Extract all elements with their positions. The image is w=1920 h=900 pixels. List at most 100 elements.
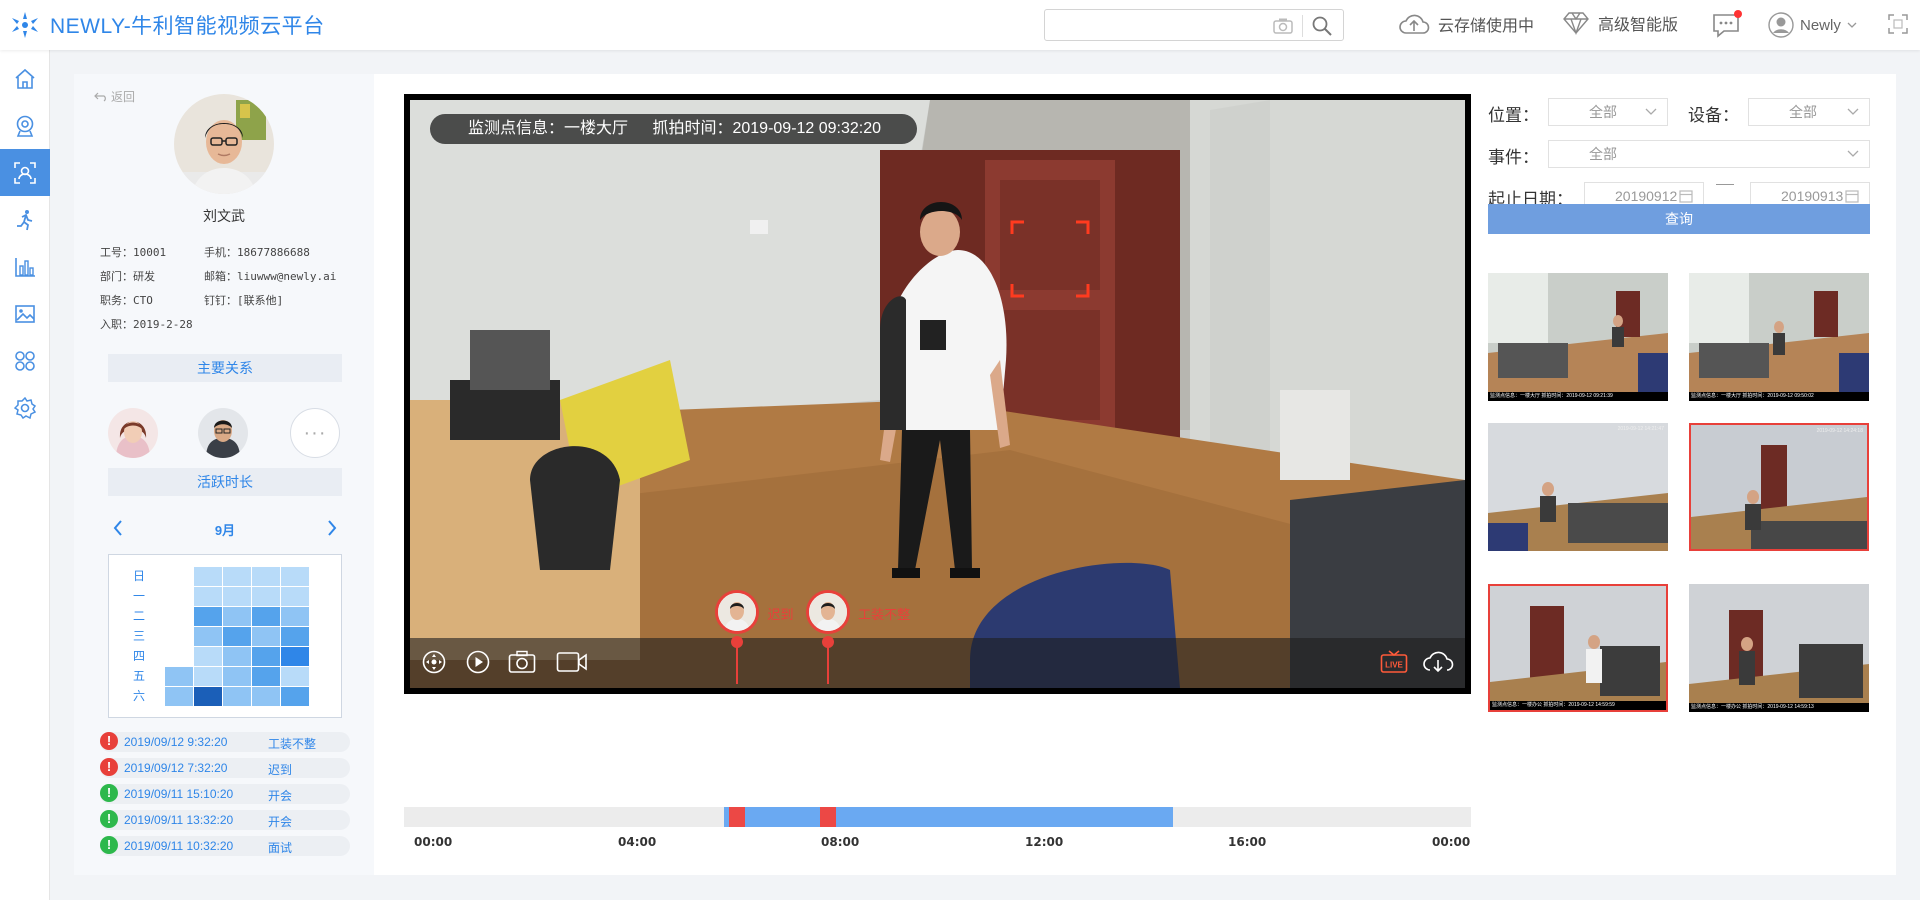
search-icon[interactable] — [1311, 15, 1333, 37]
marker-stem — [827, 644, 830, 684]
user-avatar-icon — [1768, 12, 1794, 38]
heatmap-cell[interactable] — [194, 687, 222, 706]
search-input[interactable] — [1053, 10, 1273, 40]
nav-statistics[interactable] — [0, 243, 50, 290]
relation-avatar[interactable] — [198, 408, 248, 458]
location-select-value: 全部 — [1589, 104, 1617, 120]
event-time: 2019/09/12 9:32:20 — [124, 735, 228, 749]
heatmap-cell[interactable] — [194, 647, 222, 666]
timeline-event-tick[interactable] — [820, 807, 837, 827]
video-player[interactable]: 监测点信息：一楼大厅 抓拍时间：2019-09-12 09:32:20 LIVE — [404, 94, 1471, 694]
thumbnail-caption: 监测点信息：一楼办公 抓拍时间：2019-09-12 14:59:59 — [1490, 701, 1666, 710]
heatmap-cell[interactable] — [281, 687, 309, 706]
premium-edition[interactable]: 高级智能版 — [1562, 11, 1678, 35]
chevron-down-icon — [1847, 108, 1859, 115]
heatmap-cell[interactable] — [194, 567, 222, 586]
capture-thumbnail[interactable]: 2019-09-12 14:21:47 — [1488, 423, 1668, 551]
back-link[interactable]: 返回 — [94, 88, 135, 105]
weekday-label: 三 — [133, 629, 146, 643]
content-card: 返回 刘文武 工号：10001 手机：18677886688 部门：研发 邮箱：… — [74, 74, 1896, 875]
heatmap-cell[interactable] — [281, 667, 309, 686]
capture-thumbnail[interactable]: 监测点信息：一楼办公 抓拍时间：2019-09-12 14:59:59 — [1488, 584, 1668, 712]
timeline-tick-label: 00:00 — [414, 835, 453, 849]
more-relations-button[interactable]: ··· — [290, 408, 340, 458]
event-select[interactable]: 全部 — [1548, 140, 1870, 168]
fullscreen-icon[interactable] — [1888, 14, 1908, 34]
heatmap-cell[interactable] — [194, 627, 222, 646]
next-month-button[interactable] — [322, 518, 342, 538]
heatmap-cell[interactable] — [223, 627, 251, 646]
play-icon[interactable] — [466, 650, 490, 674]
heatmap-cell[interactable] — [223, 607, 251, 626]
side-nav — [0, 50, 50, 900]
timeline-event-marker[interactable]: 迟到 — [715, 590, 793, 684]
location-select[interactable]: 全部 — [1548, 98, 1668, 126]
app-logo[interactable]: NEWLY-牛利智能视频云平台 — [8, 10, 325, 40]
heatmap-cell[interactable] — [281, 647, 309, 666]
heatmap-cell[interactable] — [223, 667, 251, 686]
relations-title: 主要关系 — [108, 354, 342, 382]
face-detection-box[interactable] — [1010, 220, 1090, 298]
heatmap-cell[interactable] — [252, 607, 280, 626]
info-dingtalk[interactable]: 钉钉：[联系他] — [204, 292, 283, 308]
cloud-storage-status[interactable]: 云存储使用中 — [1398, 11, 1534, 37]
relation-avatar[interactable] — [108, 408, 158, 458]
device-select-value: 全部 — [1789, 104, 1817, 120]
heatmap-cell[interactable] — [281, 567, 309, 586]
heatmap-cell[interactable] — [223, 647, 251, 666]
nav-apps[interactable] — [0, 337, 50, 384]
capture-thumbnail[interactable]: 2019-09-12 14:24:18 — [1689, 423, 1869, 551]
heatmap-cell[interactable] — [223, 587, 251, 606]
heatmap-cell[interactable] — [223, 687, 251, 706]
event-type: 面试 — [268, 841, 293, 855]
timeline-event-marker[interactable]: 工装不整 — [806, 590, 910, 684]
timeline-track[interactable] — [404, 807, 1471, 827]
capture-thumbnail[interactable]: 监测点信息：一楼大厅 抓拍时间：2019-09-12 09:50:02 — [1689, 273, 1869, 401]
event-row[interactable]: ! 2019/09/11 10:32:20 面试 — [100, 836, 350, 856]
event-row[interactable]: ! 2019/09/11 15:10:20 开会 — [100, 784, 350, 804]
weekday-label: 五 — [133, 669, 146, 683]
heatmap-cell[interactable] — [223, 567, 251, 586]
heatmap-cell[interactable] — [252, 587, 280, 606]
heatmap-cell[interactable] — [252, 627, 280, 646]
heatmap-cell[interactable] — [165, 667, 193, 686]
nav-camera[interactable] — [0, 102, 50, 149]
video-controls: LIVE — [410, 638, 1465, 688]
heatmap-cell[interactable] — [252, 687, 280, 706]
record-icon[interactable] — [556, 650, 588, 674]
heatmap-cell[interactable] — [281, 627, 309, 646]
query-button[interactable]: 查询 — [1488, 204, 1870, 234]
ptz-control-icon[interactable] — [422, 650, 446, 674]
nav-activity[interactable] — [0, 196, 50, 243]
capture-thumbnail[interactable]: 监测点信息：一楼大厅 抓拍时间：2019-09-12 09:21:39 — [1488, 273, 1668, 401]
timeline-event-tick[interactable] — [729, 807, 746, 827]
heatmap-cell[interactable] — [252, 667, 280, 686]
camera-search-icon[interactable] — [1273, 17, 1293, 35]
diamond-icon — [1563, 12, 1589, 35]
heatmap-cell[interactable] — [194, 587, 222, 606]
nav-home[interactable] — [0, 55, 50, 102]
calendar-icon — [1845, 190, 1859, 203]
heatmap-cell[interactable] — [281, 607, 309, 626]
event-row[interactable]: ! 2019/09/11 13:32:20 开会 — [100, 810, 350, 830]
nav-face-recognition[interactable] — [0, 149, 50, 196]
event-select-value: 全部 — [1589, 146, 1617, 162]
device-select[interactable]: 全部 — [1748, 98, 1870, 126]
capture-thumbnail[interactable]: 监测点信息：一楼办公 抓拍时间：2019-09-12 14:59:13 — [1689, 584, 1869, 712]
heatmap-cell[interactable] — [281, 587, 309, 606]
live-icon[interactable]: LIVE — [1380, 650, 1408, 674]
heatmap-cell[interactable] — [165, 687, 193, 706]
user-menu[interactable]: Newly — [1768, 12, 1857, 38]
heatmap-cell[interactable] — [194, 607, 222, 626]
nav-gallery[interactable] — [0, 290, 50, 337]
heatmap-cell[interactable] — [194, 667, 222, 686]
nav-settings[interactable] — [0, 384, 50, 431]
messages-button[interactable] — [1712, 10, 1742, 43]
weekday-label: 二 — [133, 609, 146, 623]
heatmap-cell[interactable] — [252, 567, 280, 586]
cloud-download-icon[interactable] — [1422, 650, 1454, 674]
heatmap-cell[interactable] — [252, 647, 280, 666]
event-row[interactable]: ! 2019/09/12 9:32:20 工装不整 — [100, 732, 350, 752]
snapshot-icon[interactable] — [508, 650, 536, 674]
event-row[interactable]: ! 2019/09/12 7:32:20 迟到 — [100, 758, 350, 778]
